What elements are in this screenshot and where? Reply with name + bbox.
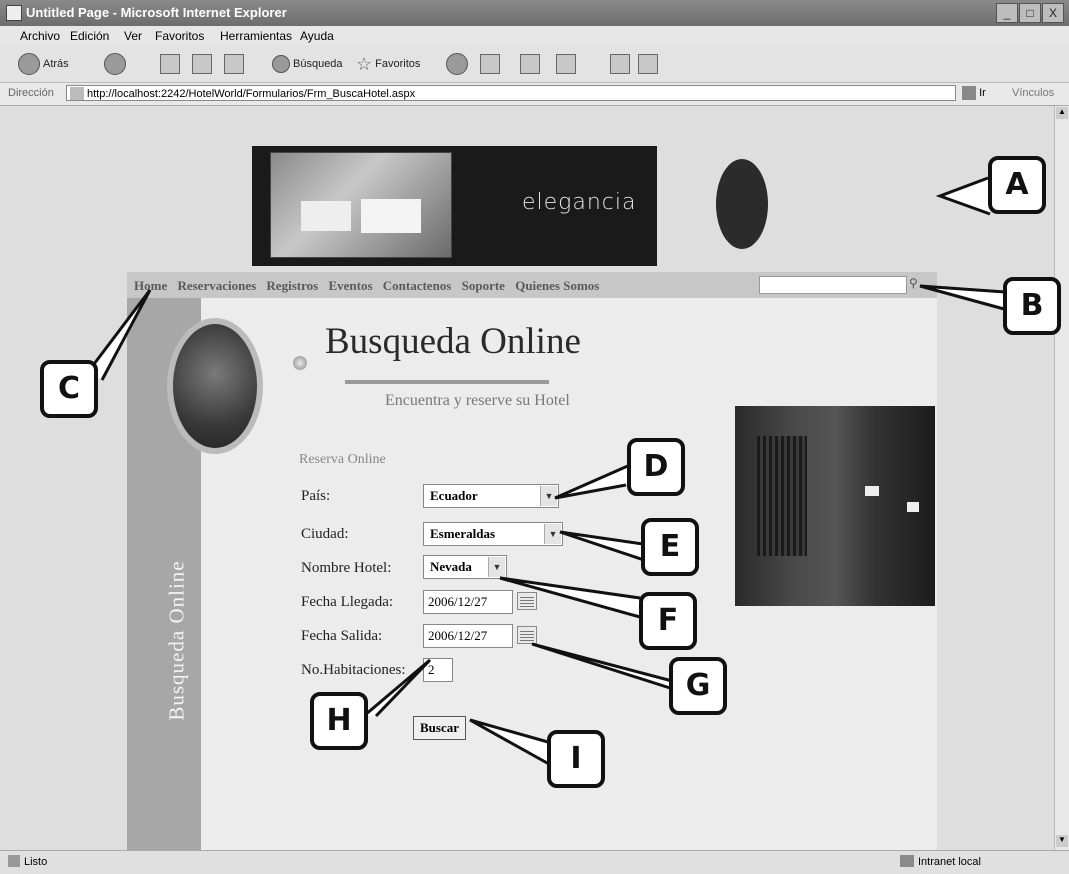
callout-c: C <box>40 360 98 418</box>
callout-pointer-d <box>554 463 631 500</box>
callout-pointer-e <box>559 530 645 562</box>
callout-h: H <box>310 692 368 750</box>
callout-pointer-f <box>499 576 641 619</box>
callout-b: B <box>1003 277 1061 335</box>
callout-pointer-g <box>531 642 677 690</box>
callout-pointer-b <box>919 284 1006 311</box>
browser-window: Untitled Page - Microsoft Internet Explo… <box>0 0 1069 874</box>
callout-pointer-i <box>469 718 550 766</box>
callout-d: D <box>627 438 685 496</box>
callout-e: E <box>641 518 699 576</box>
callout-f: F <box>639 592 697 650</box>
callout-i: I <box>547 730 605 788</box>
callout-g: G <box>669 657 727 715</box>
callout-pointer-h <box>364 658 432 718</box>
callout-pointer-a <box>935 176 991 216</box>
callout-a: A <box>988 156 1046 214</box>
callout-pointers <box>86 176 1006 766</box>
